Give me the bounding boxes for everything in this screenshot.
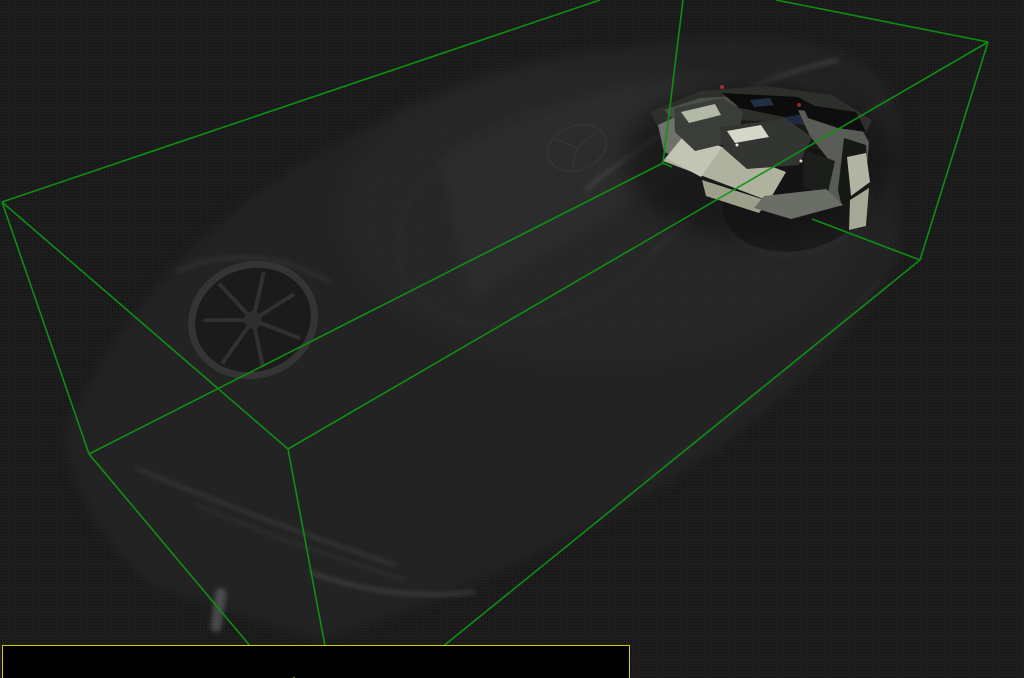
status-bar: Camera: pos -2.91 3.46 -0.27, dir 0.58 -… bbox=[2, 645, 630, 678]
render-window: Camera: pos -2.91 3.46 -0.27, dir 0.58 -… bbox=[0, 0, 1024, 678]
render-viewport[interactable] bbox=[0, 0, 1024, 678]
bounding-box-edge bbox=[776, 0, 988, 42]
